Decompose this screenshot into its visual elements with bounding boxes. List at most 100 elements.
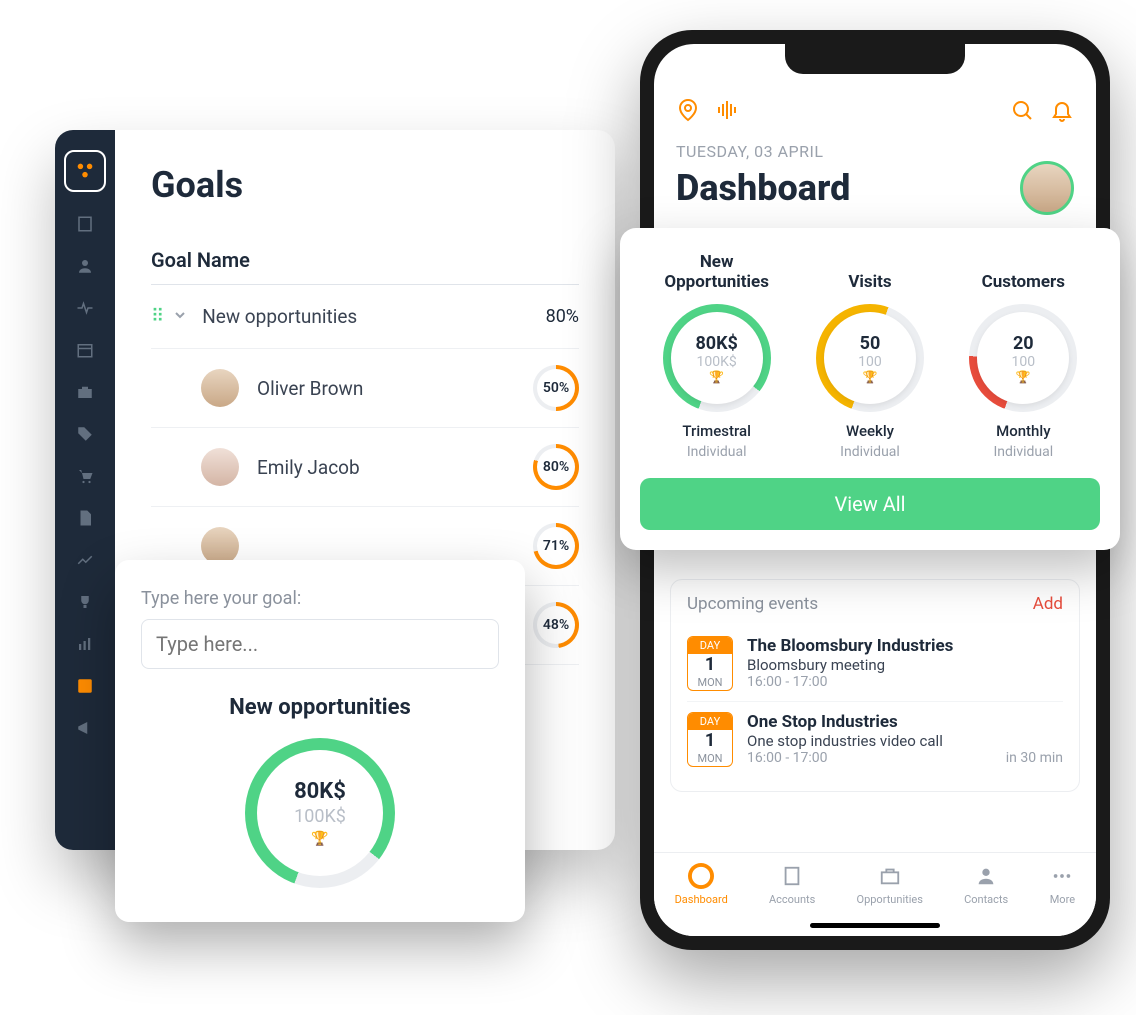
goal-progress-ring: 80K$ 100K$ 🏆 <box>245 738 395 888</box>
avatar <box>201 448 239 486</box>
event-item[interactable]: DAY 1 MON One Stop Industries One stop i… <box>687 701 1063 777</box>
grip-icon[interactable]: ⠿ <box>151 306 162 327</box>
kpi-name: Customers <box>947 250 1100 292</box>
kpi-ring: 80K$ 100K$ 🏆 <box>663 304 771 412</box>
tab-contacts[interactable]: Contacts <box>964 863 1008 906</box>
app-logo[interactable] <box>64 150 106 192</box>
tag-icon[interactable] <box>75 424 95 444</box>
tab-label: Accounts <box>769 893 815 906</box>
trophy-icon: 🏆 <box>311 831 328 847</box>
chevron-down-icon[interactable] <box>172 307 188 327</box>
goal-child-row[interactable]: Emily Jacob 80% <box>151 428 579 507</box>
home-indicator <box>810 923 940 928</box>
calendar-badge: DAY 1 MON <box>687 636 733 691</box>
progress-ring: 71% <box>533 523 579 569</box>
dashboard-icon[interactable] <box>75 676 95 696</box>
kpi-type: Individual <box>947 444 1100 460</box>
goal-pct: 80% <box>546 306 579 327</box>
chart-icon[interactable] <box>75 550 95 570</box>
goal-name: New opportunities <box>202 305 545 328</box>
progress-ring: 48% <box>533 602 579 648</box>
tab-label: More <box>1049 893 1075 906</box>
sidebar <box>55 130 115 850</box>
tab-icon <box>973 863 999 889</box>
trophy-icon[interactable] <box>75 592 95 612</box>
dashboard-title: Dashboard <box>676 167 850 209</box>
briefcase-icon[interactable] <box>75 382 95 402</box>
goal-input[interactable] <box>141 619 499 669</box>
kpi-item: NewOpportunities 80K$ 100K$ 🏆 Trimestral… <box>640 250 793 460</box>
kpi-item: Customers 20 100 🏆 Monthly Individual <box>947 250 1100 460</box>
goals-table-header: Goal Name <box>151 236 579 285</box>
tab-dashboard[interactable]: Dashboard <box>675 863 728 906</box>
calendar-icon[interactable] <box>75 340 95 360</box>
tab-icon <box>779 863 805 889</box>
trophy-icon: 🏆 <box>1016 370 1031 384</box>
goal-input-label: Type here your goal: <box>141 588 499 609</box>
trophy-icon: 🏆 <box>709 370 724 384</box>
bell-icon[interactable] <box>1050 98 1074 126</box>
kpi-target: 100 <box>858 354 882 370</box>
kpi-name: Visits <box>793 250 946 292</box>
calendar-badge: DAY 1 MON <box>687 712 733 767</box>
tab-opportunities[interactable]: Opportunities <box>857 863 923 906</box>
location-icon[interactable] <box>676 98 700 126</box>
progress-ring: 80% <box>533 444 579 490</box>
view-all-button[interactable]: View All <box>640 478 1100 530</box>
kpi-type: Individual <box>640 444 793 460</box>
event-time: 16:00 - 17:00 <box>747 750 828 766</box>
event-item[interactable]: DAY 1 MON The Bloomsbury Industries Bloo… <box>687 626 1063 701</box>
event-title: One Stop Industries <box>747 712 1063 732</box>
megaphone-icon[interactable] <box>75 718 95 738</box>
kpi-period: Monthly <box>947 422 1100 440</box>
goal-target: 100K$ <box>294 806 346 827</box>
upcoming-events-card: Upcoming events Add DAY 1 MON The Blooms… <box>670 579 1080 792</box>
cart-icon[interactable] <box>75 466 95 486</box>
tab-accounts[interactable]: Accounts <box>769 863 815 906</box>
avatar[interactable] <box>1020 161 1074 215</box>
kpi-period: Trimestral <box>640 422 793 440</box>
tab-label: Opportunities <box>857 893 923 906</box>
trophy-icon: 🏆 <box>863 370 878 384</box>
avatar <box>201 369 239 407</box>
phone-notch <box>785 44 965 74</box>
events-title: Upcoming events <box>687 594 818 614</box>
goal-popup-title: New opportunities <box>141 695 499 720</box>
tab-more[interactable]: More <box>1049 863 1075 906</box>
tab-icon <box>877 863 903 889</box>
goal-child-row[interactable]: Oliver Brown 50% <box>151 349 579 428</box>
tab-icon <box>688 863 714 889</box>
bars-icon[interactable] <box>75 634 95 654</box>
goal-member-name: Emily Jacob <box>257 456 533 479</box>
building-icon[interactable] <box>75 214 95 234</box>
voice-icon[interactable] <box>714 98 738 126</box>
tab-label: Dashboard <box>675 893 728 906</box>
kpi-target: 100K$ <box>697 354 737 370</box>
kpi-value: 20 <box>1013 333 1034 354</box>
kpi-ring: 50 100 🏆 <box>816 304 924 412</box>
kpi-period: Weekly <box>793 422 946 440</box>
event-subtitle: One stop industries video call <box>747 732 1063 750</box>
search-icon[interactable] <box>1010 98 1034 126</box>
page-title: Goals <box>151 164 579 206</box>
kpi-ring: 20 100 🏆 <box>969 304 1077 412</box>
activity-icon[interactable] <box>75 298 95 318</box>
event-time: 16:00 - 17:00 <box>747 674 828 690</box>
goal-name-header: Goal Name <box>151 248 250 272</box>
add-event-button[interactable]: Add <box>1033 594 1063 614</box>
kpi-item: Visits 50 100 🏆 Weekly Individual <box>793 250 946 460</box>
kpi-type: Individual <box>793 444 946 460</box>
user-icon[interactable] <box>75 256 95 276</box>
kpi-name: NewOpportunities <box>640 250 793 292</box>
date-label: TUESDAY, 03 APRIL <box>654 132 1096 161</box>
kpi-value: 80K$ <box>695 333 737 354</box>
goal-editor-popup: Type here your goal: New opportunities 8… <box>115 560 525 922</box>
event-countdown: in 30 min <box>1006 750 1063 766</box>
event-subtitle: Bloomsbury meeting <box>747 656 1063 674</box>
goal-member-name: Oliver Brown <box>257 377 533 400</box>
tab-icon <box>1049 863 1075 889</box>
goal-parent-row[interactable]: ⠿ New opportunities 80% <box>151 285 579 349</box>
kpi-card: NewOpportunities 80K$ 100K$ 🏆 Trimestral… <box>620 228 1120 550</box>
document-icon[interactable] <box>75 508 95 528</box>
phone-header <box>654 92 1096 132</box>
